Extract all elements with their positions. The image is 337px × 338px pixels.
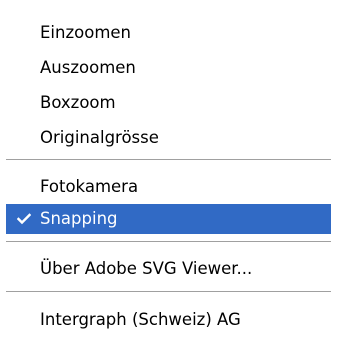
menu-separator bbox=[6, 159, 331, 161]
menu-item-label: Snapping bbox=[40, 209, 118, 228]
menu-item-label: Einzoomen bbox=[40, 23, 131, 42]
menu-item-originalgroesse[interactable]: Originalgrösse bbox=[6, 123, 331, 153]
menu-item-ueber-adobe-svg-viewer[interactable]: Über Adobe SVG Viewer... bbox=[6, 254, 331, 284]
menu-item-intergraph[interactable]: Intergraph (Schweiz) AG bbox=[6, 305, 331, 335]
context-menu: Einzoomen Auszoomen Boxzoom Originalgrös… bbox=[0, 0, 337, 338]
menu-item-einzoomen[interactable]: Einzoomen bbox=[6, 18, 331, 48]
menu-item-label: Über Adobe SVG Viewer... bbox=[40, 259, 253, 278]
menu-separator bbox=[6, 241, 331, 243]
menu-separator bbox=[6, 291, 331, 293]
menu-item-label: Boxzoom bbox=[40, 93, 116, 112]
menu-item-boxzoom[interactable]: Boxzoom bbox=[6, 88, 331, 118]
menu-item-auszoomen[interactable]: Auszoomen bbox=[6, 53, 331, 83]
checkmark-icon bbox=[17, 213, 31, 225]
menu-item-fotokamera[interactable]: Fotokamera bbox=[6, 172, 331, 202]
menu-item-label: Intergraph (Schweiz) AG bbox=[40, 310, 241, 329]
menu-item-label: Auszoomen bbox=[40, 58, 136, 77]
menu-item-label: Fotokamera bbox=[40, 177, 139, 196]
menu-item-label: Originalgrösse bbox=[40, 128, 159, 147]
menu-item-snapping[interactable]: Snapping bbox=[6, 204, 331, 234]
